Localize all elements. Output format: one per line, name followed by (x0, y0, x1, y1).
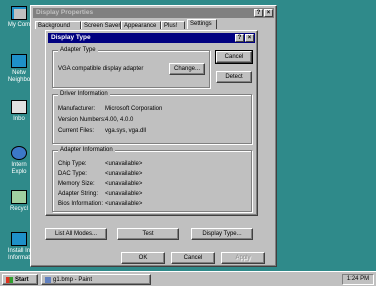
taskbar-task-paint[interactable]: g1.bmp - Paint (41, 274, 151, 285)
current-files-label: Current Files: (58, 128, 95, 134)
current-files-value: vga.sys, vga.dll (105, 128, 147, 134)
close-button[interactable]: × (264, 9, 273, 17)
apply-button[interactable]: Apply (221, 252, 265, 264)
help-icon: ? (256, 10, 261, 16)
ok-button[interactable]: OK (121, 252, 165, 264)
adapter-type-group: Adapter Type VGA compatible display adap… (52, 47, 210, 88)
manufacturer-label: Manufacturer: (58, 106, 96, 112)
clock[interactable]: 1:24 PM (347, 276, 369, 282)
help-icon: ? (237, 35, 242, 41)
tab-background[interactable]: Background (35, 21, 81, 29)
internet-explorer-icon (11, 146, 27, 160)
paint-icon (45, 276, 51, 283)
system-tray: 1:24 PM (342, 274, 374, 285)
list-all-modes-button[interactable]: List All Modes... (45, 228, 107, 240)
driver-information-label: Driver Information (58, 91, 110, 98)
install-info-icon (11, 232, 27, 246)
tab-settings[interactable]: Settings (187, 19, 217, 29)
adapter-information-group: Adapter Information Chip Type: <unavaila… (52, 147, 252, 212)
start-button[interactable]: Start (2, 274, 38, 285)
test-button[interactable]: Test (117, 228, 179, 240)
detect-button[interactable]: Detect (216, 71, 252, 83)
version-value: 4.00, 4.0.0 (105, 117, 134, 123)
adapter-type-value: VGA compatible display adapter (58, 66, 144, 72)
close-icon: × (247, 35, 252, 41)
help-button[interactable]: ? (254, 9, 263, 17)
adapter-information-label: Adapter Information (58, 147, 115, 154)
dac-type-label: DAC Type: (58, 171, 87, 177)
chip-type-label: Chip Type: (58, 161, 87, 167)
tab-screen-saver[interactable]: Screen Saver (81, 21, 121, 29)
close-icon: × (266, 10, 271, 16)
bios-information-value: <unavailable> (105, 201, 143, 207)
recycle-bin-icon (11, 190, 27, 204)
memory-size-label: Memory Size: (58, 181, 95, 187)
version-label: Version Numbers: (58, 117, 106, 123)
display-properties-titlebar[interactable]: Display Properties ? × (33, 8, 274, 18)
close-button[interactable]: × (245, 34, 254, 42)
windows-logo-icon (6, 276, 13, 283)
window-title: Display Properties (36, 9, 94, 16)
manufacturer-value: Microsoft Corporation (105, 106, 163, 112)
chip-type-value: <unavailable> (105, 161, 143, 167)
adapter-string-label: Adapter String: (58, 191, 99, 197)
inbox-icon (11, 100, 27, 114)
display-type-dialog: Display Type ? × Adapter Type VGA compat… (45, 30, 258, 216)
adapter-type-label: Adapter Type (58, 47, 98, 54)
memory-size-value: <unavailable> (105, 181, 143, 187)
network-neighborhood-icon (11, 54, 27, 68)
dialog-title: Display Type (51, 34, 91, 41)
dac-type-value: <unavailable> (105, 171, 143, 177)
driver-information-group: Driver Information Manufacturer: Microso… (52, 91, 252, 144)
change-button[interactable]: Change... (169, 63, 205, 75)
taskbar: Start g1.bmp - Paint 1:24 PM (0, 271, 376, 286)
display-type-button[interactable]: Display Type... (191, 228, 253, 240)
adapter-string-value: <unavailable> (105, 191, 143, 197)
tab-plus[interactable]: Plus! (161, 21, 185, 29)
bios-information-label: Bios Information: (58, 201, 104, 207)
tab-appearance[interactable]: Appearance (121, 21, 161, 29)
display-type-titlebar[interactable]: Display Type ? × (48, 33, 255, 43)
dialog-cancel-button[interactable]: Cancel (215, 50, 253, 64)
help-button[interactable]: ? (235, 34, 244, 42)
my-computer-icon (11, 6, 27, 20)
cancel-button[interactable]: Cancel (171, 252, 215, 264)
